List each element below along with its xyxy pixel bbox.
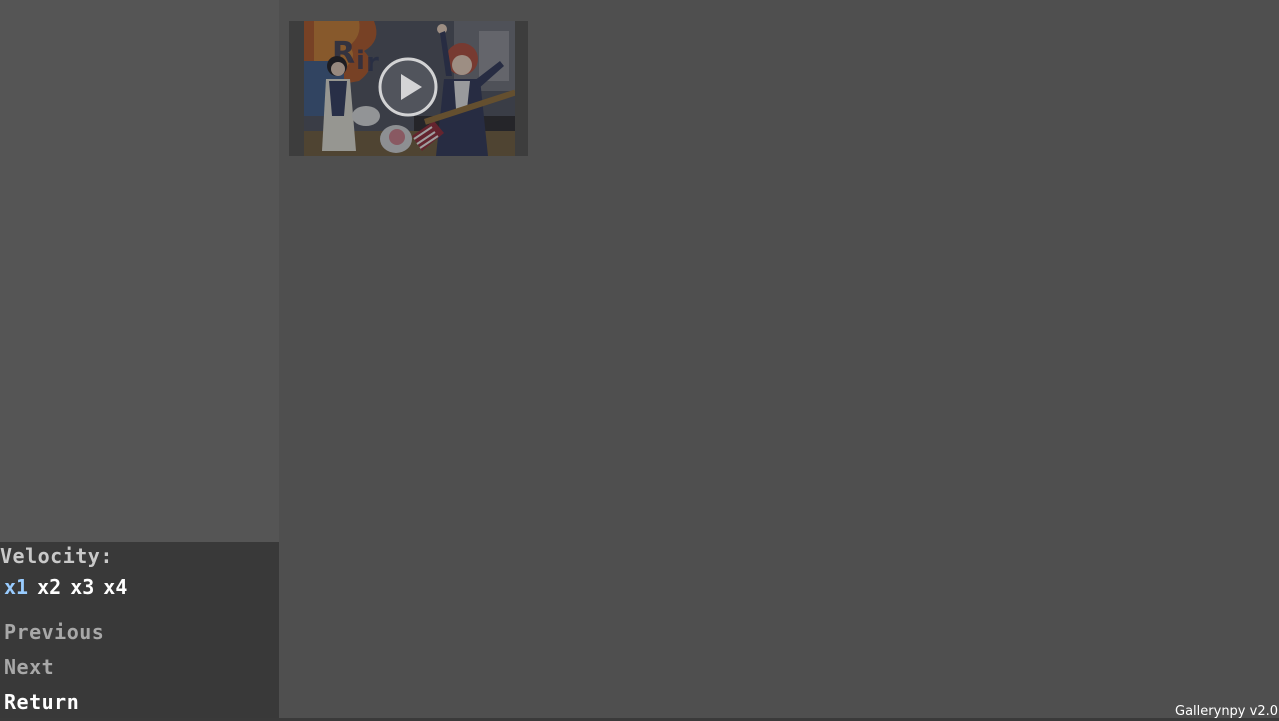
speed-x1-button[interactable]: x1	[4, 576, 28, 598]
speed-x3-button[interactable]: x3	[70, 576, 94, 598]
speed-selector: x1 x2 x3 x4	[4, 576, 127, 598]
version-label: Gallerynpy v2.0	[1175, 704, 1278, 719]
velocity-label: Velocity:	[0, 544, 113, 568]
gallery-screen: Velocity: x1 x2 x3 x4 Previous Next Retu…	[0, 0, 1279, 721]
speed-x2-button[interactable]: x2	[37, 576, 61, 598]
next-button[interactable]: Next	[4, 656, 54, 678]
video-thumbnail[interactable]: R i r	[289, 21, 528, 156]
return-button[interactable]: Return	[4, 691, 79, 713]
sidebar	[0, 0, 279, 542]
speed-x4-button[interactable]: x4	[103, 576, 127, 598]
previous-button[interactable]: Previous	[4, 621, 104, 643]
play-icon[interactable]	[378, 57, 438, 117]
